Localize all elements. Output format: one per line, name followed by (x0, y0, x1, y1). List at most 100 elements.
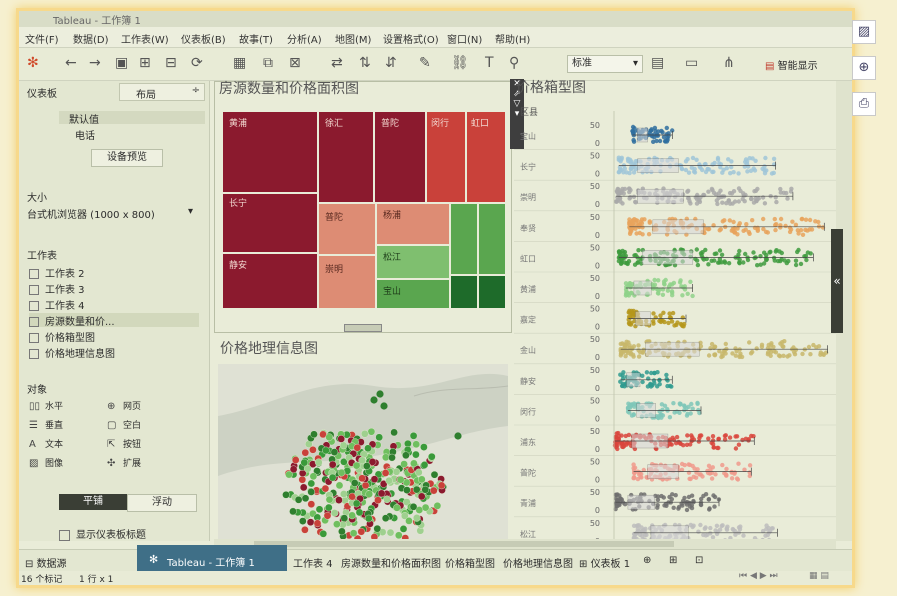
new-datasource-icon[interactable]: ⊞ (139, 55, 151, 71)
new-sheet-tab-icon[interactable]: ⊕ (643, 555, 651, 566)
map-point[interactable] (360, 430, 369, 438)
object-button[interactable]: ⇱ 按钮 (107, 437, 141, 450)
tab-dashboard1[interactable]: ⊞ 仪表板 1 (579, 555, 630, 570)
map-point[interactable] (385, 476, 393, 485)
menu-help[interactable]: 帮助(H) (495, 31, 530, 46)
menu-analysis[interactable]: 分析(A) (287, 31, 322, 46)
boxplot-container[interactable]: 价格箱型图 区县 宝山 50 0 长宁 50 0 崇明 50 0 奉贤 50 0 虹口 50 0 黄浦 50 0 嘉… (514, 80, 836, 541)
map-point[interactable] (409, 432, 418, 440)
group-icon[interactable]: ⛓ (451, 55, 469, 71)
map-point[interactable] (370, 475, 379, 483)
map-point[interactable] (330, 509, 339, 517)
map-point[interactable] (383, 495, 391, 504)
object-vertical[interactable]: ☰ 垂直 (29, 418, 63, 431)
object-image[interactable]: ▨ 图像 (29, 456, 63, 469)
map-point[interactable] (289, 507, 297, 516)
map-point[interactable] (335, 481, 344, 490)
map-container[interactable]: 价格地理信息图 (214, 336, 510, 541)
menu-worksheet[interactable]: 工作表(W) (121, 31, 169, 46)
map-point[interactable] (380, 402, 388, 410)
map-point[interactable] (282, 490, 290, 499)
map-point[interactable] (307, 500, 316, 508)
datasource-tab[interactable]: ⊟ 数据源 (25, 555, 67, 570)
map-point[interactable] (352, 461, 361, 470)
menu-format[interactable]: 设置格式(O) (383, 31, 439, 46)
map-point[interactable] (339, 441, 348, 450)
map-point[interactable] (328, 473, 337, 482)
map-point[interactable] (291, 456, 300, 464)
save-icon[interactable]: ▣ (115, 55, 128, 71)
menu-window[interactable]: 窗口(N) (447, 31, 482, 46)
map-point[interactable] (421, 485, 430, 494)
map-point[interactable] (322, 446, 330, 455)
map-point[interactable] (392, 467, 401, 476)
map-point[interactable] (285, 470, 293, 479)
treemap-cell[interactable] (377, 204, 449, 244)
image-icon[interactable]: ▨ (852, 20, 876, 44)
map-point[interactable] (429, 486, 438, 495)
map-point[interactable] (350, 479, 359, 487)
map-point[interactable] (365, 490, 373, 498)
map-point[interactable] (328, 460, 337, 469)
size-select[interactable]: 台式机浏览器 (1000 x 800) ▾ (27, 206, 197, 221)
map-point[interactable] (375, 433, 383, 442)
map-point[interactable] (299, 517, 307, 525)
menu-dashboard[interactable]: 仪表板(B) (181, 31, 226, 46)
map-point[interactable] (299, 483, 308, 492)
share-icon[interactable]: ⋔ (723, 55, 735, 71)
map-point[interactable] (420, 443, 428, 451)
tableau-logo-icon[interactable]: ✻ (27, 55, 39, 71)
sort-desc-icon[interactable]: ⇵ (385, 55, 397, 71)
object-blank[interactable]: ▢ 空白 (107, 418, 141, 431)
map-point[interactable] (357, 527, 366, 536)
sheet-item[interactable]: 工作表 4 (29, 297, 199, 312)
map-point[interactable] (307, 488, 315, 496)
map-point[interactable] (370, 396, 378, 404)
treemap-cell[interactable] (319, 256, 375, 308)
back-icon[interactable]: ← (65, 55, 77, 71)
map-point[interactable] (454, 432, 462, 440)
tab-area-chart[interactable]: 房源数量和价格面积图 (341, 555, 441, 570)
treemap-cell[interactable] (451, 204, 477, 274)
map-point[interactable] (381, 469, 390, 477)
map-point[interactable] (309, 472, 318, 481)
resize-handle[interactable] (344, 324, 382, 332)
map-point[interactable] (402, 451, 410, 460)
map-point[interactable] (314, 458, 323, 467)
sort-asc-icon[interactable]: ⇅ (359, 55, 371, 71)
treemap-cell[interactable] (479, 276, 505, 308)
map-point[interactable] (412, 514, 421, 522)
sheet-item[interactable]: 价格箱型图 (29, 329, 199, 344)
map-point[interactable] (301, 525, 309, 534)
map-point[interactable] (410, 459, 418, 468)
map-point[interactable] (353, 443, 362, 452)
show-title-checkbox[interactable]: 显示仪表板标题 (59, 526, 146, 541)
map-point[interactable] (437, 481, 446, 490)
map-point[interactable] (298, 475, 307, 484)
pin-icon[interactable]: ⚲ (509, 55, 519, 71)
map-point[interactable] (349, 529, 358, 537)
map-point[interactable] (301, 448, 310, 457)
object-webpage[interactable]: ⊕ 网页 (107, 399, 141, 412)
map-point[interactable] (412, 450, 420, 459)
map-point[interactable] (306, 518, 315, 526)
sheet-item[interactable]: 房源数量和价... (29, 313, 199, 328)
treemap-container[interactable]: 房源数量和价格面积图 黄浦 徐汇 普陀 闵行 虹口 长宁 普陀 杨浦 静安 崇明… (214, 81, 512, 333)
map-point[interactable] (325, 433, 333, 441)
device-default[interactable]: 默认值 (59, 111, 205, 126)
new-sheet-icon[interactable]: ▦ (233, 55, 246, 71)
sheet-item[interactable]: 工作表 2 (29, 265, 199, 280)
map-point[interactable] (325, 495, 334, 504)
labels-icon[interactable]: T (485, 55, 494, 71)
refresh-icon[interactable]: ⟳ (191, 55, 203, 71)
fit-select[interactable]: 标准 (567, 55, 643, 73)
forward-icon[interactable]: → (89, 55, 101, 71)
map-point[interactable] (390, 428, 398, 437)
map-point[interactable] (361, 481, 370, 490)
map-point[interactable] (394, 531, 403, 540)
map-point[interactable] (409, 502, 418, 511)
map-point[interactable] (396, 475, 405, 484)
menu-map[interactable]: 地图(M) (335, 31, 371, 46)
device-phone[interactable]: 电话 (75, 127, 95, 142)
map-point[interactable] (335, 496, 343, 504)
